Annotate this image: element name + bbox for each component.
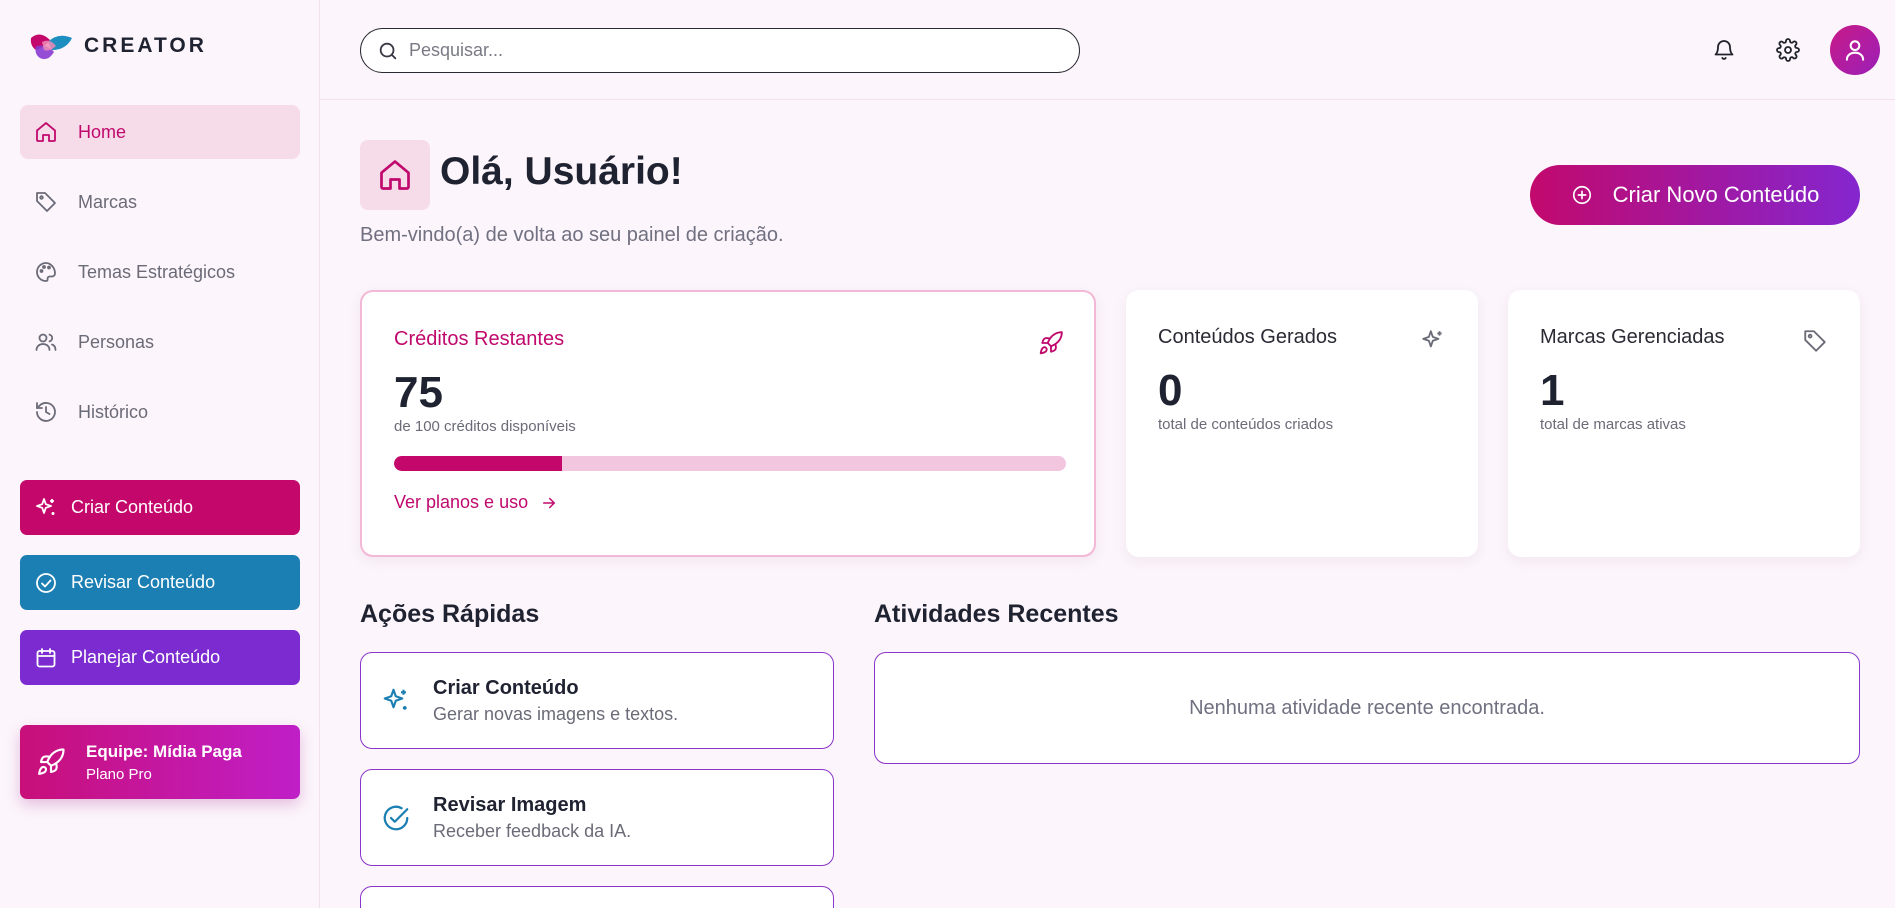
credits-card: Créditos Restantes 75 de 100 créditos di…: [360, 290, 1096, 557]
history-icon: [34, 400, 58, 424]
create-new-content-button[interactable]: Criar Novo Conteúdo: [1530, 165, 1860, 225]
check-circle-icon: [381, 803, 411, 833]
plan-content-button[interactable]: Planejar Conteúdo: [20, 630, 300, 685]
user-icon: [1842, 37, 1868, 63]
team-switcher[interactable]: Equipe: Mídia Paga Plano Pro: [20, 725, 300, 799]
review-content-button[interactable]: Revisar Conteúdo: [20, 555, 300, 610]
sparkles-icon: [381, 686, 411, 716]
credits-caption: de 100 créditos disponíveis: [394, 418, 576, 435]
content-generated-card: Conteúdos Gerados 0 total de conteúdos c…: [1126, 290, 1478, 557]
team-info: Equipe: Mídia Paga Plano Pro: [86, 742, 242, 783]
quick-action-desc: Gerar novas imagens e textos.: [433, 703, 679, 724]
topbar: [320, 0, 1895, 100]
quick-action-text: Criar Conteúdo Gerar novas imagens e tex…: [433, 677, 678, 725]
content-generated-value: 0: [1158, 366, 1183, 415]
quick-action-create[interactable]: Criar Conteúdo Gerar novas imagens e tex…: [360, 652, 834, 749]
create-content-label: Criar Conteúdo: [71, 497, 194, 517]
recent-activity-empty: Nenhuma atividade recente encontrada.: [1189, 696, 1545, 719]
team-name: Equipe: Mídia Paga: [86, 741, 242, 761]
sidebar-item-label: Temas Estratégicos: [78, 261, 236, 282]
team-plan: Plano Pro: [86, 765, 152, 783]
search-bar[interactable]: [360, 28, 1080, 73]
page-subtitle: Bem-vindo(a) de volta ao seu painel de c…: [360, 224, 784, 246]
palette-icon: [34, 260, 58, 284]
sidebar-item-historico[interactable]: Histórico: [20, 385, 300, 439]
credits-value: 75: [394, 368, 443, 417]
arrow-right-icon: [540, 494, 558, 512]
view-plans-link[interactable]: Ver planos e uso: [394, 492, 558, 513]
quick-action-desc: Receber feedback da IA.: [433, 820, 632, 841]
credits-title: Créditos Restantes: [394, 328, 565, 350]
sidebar-item-label: Personas: [78, 331, 155, 352]
sparkles-icon: [34, 496, 58, 520]
rocket-icon: [1038, 330, 1064, 356]
tag-icon: [34, 190, 58, 214]
content-generated-title: Conteúdos Gerados: [1158, 326, 1338, 348]
sidebar-item-label: Home: [78, 121, 127, 142]
quick-actions-title: Ações Rápidas: [360, 600, 540, 628]
sparkles-icon: [1420, 328, 1446, 354]
sidebar-item-personas[interactable]: Personas: [20, 315, 300, 369]
sidebar-item-home[interactable]: Home: [20, 105, 300, 159]
quick-action-partial[interactable]: [360, 886, 834, 908]
home-icon: [34, 120, 58, 144]
sidebar-nav: Home Marcas Temas Estratégicos Personas …: [20, 105, 300, 455]
quick-action-review-image[interactable]: Revisar Imagem Receber feedback da IA.: [360, 769, 834, 866]
logo-mark-icon: [28, 28, 74, 64]
recent-activity-panel: Nenhuma atividade recente encontrada.: [874, 652, 1860, 764]
sidebar-item-label: Histórico: [78, 401, 149, 422]
create-new-content-label: Criar Novo Conteúdo: [1612, 182, 1820, 207]
page-icon: [360, 140, 430, 210]
tag-icon: [1802, 328, 1828, 354]
calendar-icon: [34, 646, 58, 670]
check-circle-icon: [34, 571, 58, 595]
home-icon: [377, 157, 413, 193]
view-plans-label: Ver planos e uso: [394, 492, 529, 512]
avatar[interactable]: [1830, 25, 1880, 75]
logo-text: CREATOR: [84, 34, 207, 57]
quick-action-title: Revisar Imagem: [433, 793, 587, 816]
brands-managed-title: Marcas Gerenciadas: [1540, 326, 1725, 348]
review-content-label: Revisar Conteúdo: [71, 572, 216, 592]
content-generated-caption: total de conteúdos criados: [1158, 416, 1334, 433]
sidebar-item-temas[interactable]: Temas Estratégicos: [20, 245, 300, 299]
credits-progress-fill: [394, 456, 562, 471]
bell-icon[interactable]: [1712, 38, 1736, 62]
quick-action-text: Revisar Imagem Receber feedback da IA.: [433, 794, 631, 842]
sidebar-item-label: Marcas: [78, 191, 138, 212]
recent-activity-title: Atividades Recentes: [874, 600, 1119, 628]
sidebar: CREATOR Home Marcas Temas Estratégicos P…: [0, 0, 320, 908]
search-input[interactable]: [409, 40, 1049, 61]
users-icon: [34, 330, 58, 354]
rocket-icon: [36, 747, 66, 777]
sidebar-item-marcas[interactable]: Marcas: [20, 175, 300, 229]
page-title: Olá, Usuário!: [440, 150, 683, 193]
brands-managed-caption: total de marcas ativas: [1540, 416, 1686, 433]
logo[interactable]: CREATOR: [28, 28, 207, 64]
credits-progress-bar: [394, 456, 1066, 471]
brands-managed-card: Marcas Gerenciadas 1 total de marcas ati…: [1508, 290, 1860, 557]
plus-circle-icon: [1571, 184, 1593, 206]
search-icon: [377, 40, 399, 62]
quick-action-title: Criar Conteúdo: [433, 676, 579, 699]
brands-managed-value: 1: [1540, 366, 1565, 415]
plan-content-label: Planejar Conteúdo: [71, 647, 221, 667]
gear-icon[interactable]: [1776, 38, 1800, 62]
create-content-button[interactable]: Criar Conteúdo: [20, 480, 300, 535]
